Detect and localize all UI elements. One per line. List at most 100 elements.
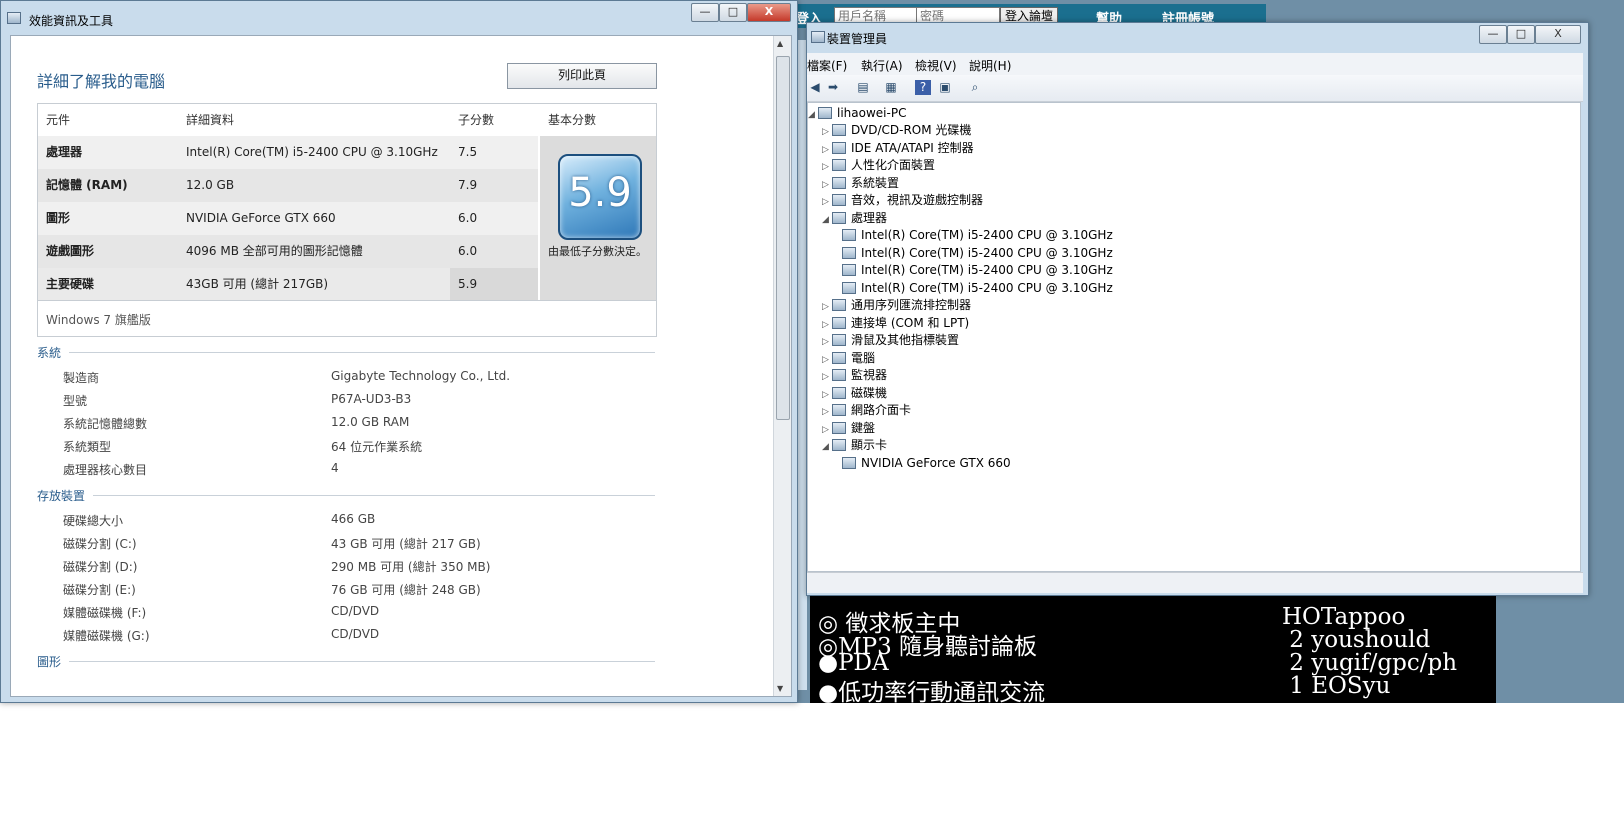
- collapse-triangle-icon[interactable]: ◢: [822, 211, 832, 229]
- monitor-icon: [832, 369, 846, 381]
- row-detail: 12.0 GB: [186, 178, 235, 192]
- print-button[interactable]: 列印此頁: [507, 63, 657, 89]
- tree-category-label: 連接埠 (COM 和 LPT): [851, 316, 970, 330]
- tree-category[interactable]: ◢ 處理器: [822, 209, 887, 227]
- tree-device-label: NVIDIA GeForce GTX 660: [861, 456, 1011, 470]
- table-row: 主要硬碟 43GB 可用 (總計 217GB) 5.9: [38, 268, 538, 301]
- info-value: 290 MB 可用 (總計 350 MB): [331, 560, 491, 574]
- section-title-system: 系統: [37, 346, 62, 360]
- performance-content: 詳細了解我的電腦 列印此頁 元件 詳細資料 子分數 基本分數 處理器 Intel…: [10, 35, 792, 697]
- tree-category[interactable]: ▷ 音效，視訊及遊戲控制器: [822, 191, 983, 209]
- row-component: 記憶體 (RAM): [46, 178, 128, 192]
- scrollbar-thumb[interactable]: [776, 56, 790, 420]
- tree-category-label: 磁碟機: [851, 386, 888, 400]
- info-value: 43 GB 可用 (總計 217 GB): [331, 537, 481, 551]
- show-hide-console-icon[interactable]: ▤: [855, 80, 871, 95]
- tree-category[interactable]: ▷ 人性化介面裝置: [822, 156, 935, 174]
- info-label: 磁碟分割 (C:): [63, 537, 137, 551]
- tree-category-label: 鍵盤: [851, 421, 876, 435]
- menu-action[interactable]: 執行(A): [861, 57, 903, 74]
- table-row: 遊戲圖形 4096 MB 全部可用的圖形記憶體 6.0: [38, 235, 538, 268]
- processor-icon: [832, 212, 846, 224]
- tree-category[interactable]: ▷ 系統裝置: [822, 174, 899, 192]
- help-icon[interactable]: ?: [915, 80, 931, 95]
- collapse-triangle-icon[interactable]: ◢: [822, 438, 832, 456]
- performance-titlebar[interactable]: 效能資訊及工具 — □ X: [1, 1, 797, 29]
- tree-category[interactable]: ▷ 磁碟機: [822, 384, 887, 402]
- info-label: 硬碟總大小: [63, 514, 124, 528]
- collapse-triangle-icon[interactable]: ◢: [808, 106, 818, 124]
- minimize-button[interactable]: —: [1479, 25, 1507, 44]
- info-value: 4: [331, 461, 339, 475]
- device-manager-window: 裝置管理員 — □ X 檔案(F) 執行(A) 檢視(V) 說明(H) ◀ ➡ …: [806, 22, 1589, 596]
- scroll-up-arrow-icon[interactable]: ▲: [777, 39, 783, 48]
- terminal-row-right: 1 EOSyu: [1282, 673, 1391, 699]
- forward-arrow-icon[interactable]: ➡: [825, 80, 841, 95]
- scan-hardware-icon[interactable]: ⌕: [967, 80, 983, 95]
- tree-category[interactable]: ▷ 電腦: [822, 349, 875, 367]
- tree-category[interactable]: ▷ DVD/CD-ROM 光碟機: [822, 121, 971, 139]
- tree-category[interactable]: ▷ 監視器: [822, 366, 887, 384]
- column-header-detail: 詳細資料: [186, 113, 235, 127]
- tree-device[interactable]: Intel(R) Core(TM) i5-2400 CPU @ 3.10GHz: [842, 244, 1113, 262]
- back-arrow-icon[interactable]: ◀: [807, 80, 823, 95]
- info-value: CD/DVD: [331, 604, 380, 618]
- tree-category[interactable]: ▷ 網路介面卡: [822, 401, 911, 419]
- info-value: 12.0 GB RAM: [331, 415, 410, 429]
- row-detail: 43GB 可用 (總計 217GB): [186, 277, 329, 291]
- row-subscore: 7.9: [458, 178, 478, 192]
- info-value: P67A-UD3-B3: [331, 392, 412, 406]
- tree-device-label: Intel(R) Core(TM) i5-2400 CPU @ 3.10GHz: [861, 228, 1113, 242]
- tree-category-label: 電腦: [851, 351, 876, 365]
- tree-device[interactable]: Intel(R) Core(TM) i5-2400 CPU @ 3.10GHz: [842, 279, 1113, 297]
- mouse-icon: [832, 334, 846, 346]
- processor-icon: [842, 247, 856, 259]
- minimize-button[interactable]: —: [691, 3, 719, 22]
- score-table: 元件 詳細資料 子分數 基本分數 處理器 Intel(R) Core(TM) i…: [37, 103, 657, 337]
- tree-category[interactable]: ▷ 連接埠 (COM 和 LPT): [822, 314, 969, 332]
- properties-icon[interactable]: ▦: [883, 80, 899, 95]
- keyboard-icon: [832, 422, 846, 434]
- row-detail: NVIDIA GeForce GTX 660: [186, 211, 336, 225]
- maximize-button[interactable]: □: [1507, 25, 1535, 44]
- scroll-down-arrow-icon[interactable]: ▼: [777, 684, 783, 693]
- tree-category[interactable]: ◢ 顯示卡: [822, 436, 887, 454]
- tree-device[interactable]: Intel(R) Core(TM) i5-2400 CPU @ 3.10GHz: [842, 261, 1113, 279]
- info-label: 型號: [63, 394, 88, 408]
- tree-root[interactable]: ◢ lihaowei-PC: [808, 104, 906, 122]
- menu-help[interactable]: 說明(H): [969, 57, 1011, 74]
- menu-view[interactable]: 檢視(V): [915, 57, 957, 74]
- info-label: 製造商: [63, 371, 100, 385]
- tree-category[interactable]: ▷ 鍵盤: [822, 419, 875, 437]
- show-hide-action-pane-icon[interactable]: ▣: [937, 80, 953, 95]
- tree-category-label: 系統裝置: [851, 176, 900, 190]
- bbs-terminal[interactable]: ◎ 徵求板主中 HOTappoo ◎MP3 隨身聽討論板 2 youshould…: [810, 596, 1496, 703]
- tree-device[interactable]: Intel(R) Core(TM) i5-2400 CPU @ 3.10GHz: [842, 226, 1113, 244]
- performance-app-icon: [7, 12, 21, 24]
- tree-category-label: 音效，視訊及遊戲控制器: [851, 193, 984, 207]
- vertical-scrollbar[interactable]: ▲ ▼: [773, 36, 791, 696]
- dvd-drive-icon: [832, 124, 846, 136]
- info-value: 76 GB 可用 (總計 248 GB): [331, 583, 481, 597]
- device-manager-titlebar[interactable]: 裝置管理員 — □ X: [807, 23, 1588, 51]
- tree-category[interactable]: ▷ IDE ATA/ATAPI 控制器: [822, 139, 974, 157]
- performance-window: 效能資訊及工具 — □ X 詳細了解我的電腦 列印此頁 元件 詳細資料 子分數 …: [0, 0, 798, 703]
- device-tree: ◢ lihaowei-PC ▷ DVD/CD-ROM 光碟機 ▷ IDE ATA/AT…: [807, 102, 1581, 572]
- maximize-button[interactable]: □: [719, 3, 747, 22]
- port-icon: [832, 317, 846, 329]
- info-label: 系統記憶體總數: [63, 417, 148, 431]
- info-value: 466 GB: [331, 512, 376, 526]
- close-button[interactable]: X: [1535, 25, 1581, 44]
- display-adapter-icon: [842, 457, 856, 469]
- computer-icon: [832, 352, 846, 364]
- tree-category-label: 監視器: [851, 368, 888, 382]
- row-subscore: 6.0: [458, 244, 478, 258]
- tree-category[interactable]: ▷ 滑鼠及其他指標裝置: [822, 331, 959, 349]
- menu-file[interactable]: 檔案(F): [807, 57, 847, 74]
- tree-category[interactable]: ▷ 通用序列匯流排控制器: [822, 296, 971, 314]
- tree-device[interactable]: NVIDIA GeForce GTX 660: [842, 454, 1011, 472]
- speaker-icon: [832, 194, 846, 206]
- close-button[interactable]: X: [747, 3, 791, 22]
- info-value: CD/DVD: [331, 627, 380, 641]
- menu-bar: 檔案(F) 執行(A) 檢視(V) 說明(H): [807, 53, 1583, 75]
